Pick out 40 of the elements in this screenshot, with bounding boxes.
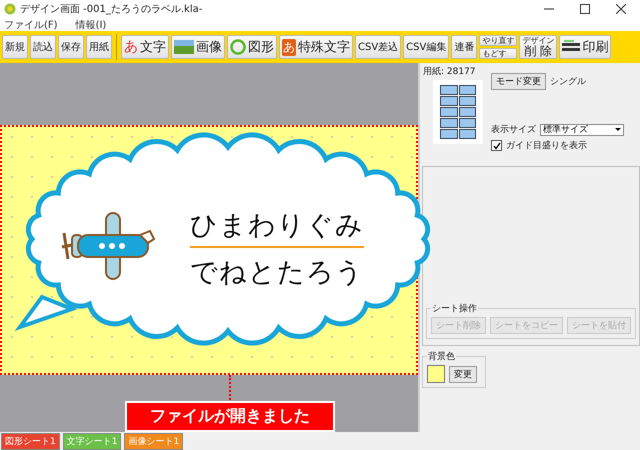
change-color-button[interactable]: 変更 <box>449 366 477 382</box>
guide-checkbox[interactable] <box>491 140 502 151</box>
toolbar-button[interactable]: CSV編集 <box>403 35 450 59</box>
text-tool-button[interactable]: あ 文字 <box>121 35 169 59</box>
color-swatch <box>427 365 445 383</box>
toolbar-button[interactable]: 用紙 <box>86 35 112 59</box>
toolbar-button[interactable]: もどす <box>479 48 518 59</box>
toolbar-button[interactable]: 連番 <box>451 35 478 59</box>
toolbar-button[interactable]: 保存 <box>58 35 84 59</box>
print-button[interactable]: 印刷 <box>559 35 612 59</box>
image-tool-button[interactable]: 画像 <box>171 35 225 59</box>
menu-item[interactable]: 情報(I) <box>76 18 106 32</box>
printer-icon <box>562 40 580 54</box>
status-toast: ファイルが開きました <box>125 401 335 432</box>
toolbar-button[interactable]: やり直す <box>479 35 518 46</box>
mode-text: シングル <box>550 76 586 88</box>
label-text: ひまわりぐみ <box>190 207 364 248</box>
maximize-icon[interactable] <box>580 4 590 14</box>
landscape-icon <box>174 40 194 54</box>
group-title: 背景色 <box>427 350 456 363</box>
menu-item[interactable]: ファイル(F) <box>4 18 58 32</box>
group-title: シート操作 <box>431 302 478 315</box>
special-char-button[interactable]: あ 特殊文字 <box>279 35 353 59</box>
app-icon <box>4 3 16 15</box>
delete-design-button[interactable]: デザイン 削 除 <box>519 35 558 59</box>
toolbar-button[interactable]: 読込 <box>30 35 56 59</box>
toolbar-button[interactable]: CSV差込 <box>355 35 402 59</box>
close-icon[interactable] <box>616 4 626 14</box>
paper-label: 用紙: 28177 <box>423 66 477 78</box>
mode-change-button[interactable]: モード変更 <box>491 73 546 90</box>
size-label: 表示サイズ <box>491 124 536 136</box>
shape-tool-button[interactable]: 図形 <box>227 35 277 59</box>
circle-icon <box>230 39 246 55</box>
size-dropdown[interactable]: 標準サイズ <box>540 124 624 136</box>
window-title: デザイン画面 -001_たろうのラベル.kla- <box>20 3 202 16</box>
sheet-tab[interactable]: 図形シート1 <box>1 432 60 450</box>
toolbar-button[interactable]: 新規 <box>2 35 28 59</box>
guide-label: ガイド目盛りを表示 <box>506 140 587 152</box>
label-text: でねとたろう <box>190 256 364 290</box>
sheet-thumbnail <box>433 80 483 144</box>
